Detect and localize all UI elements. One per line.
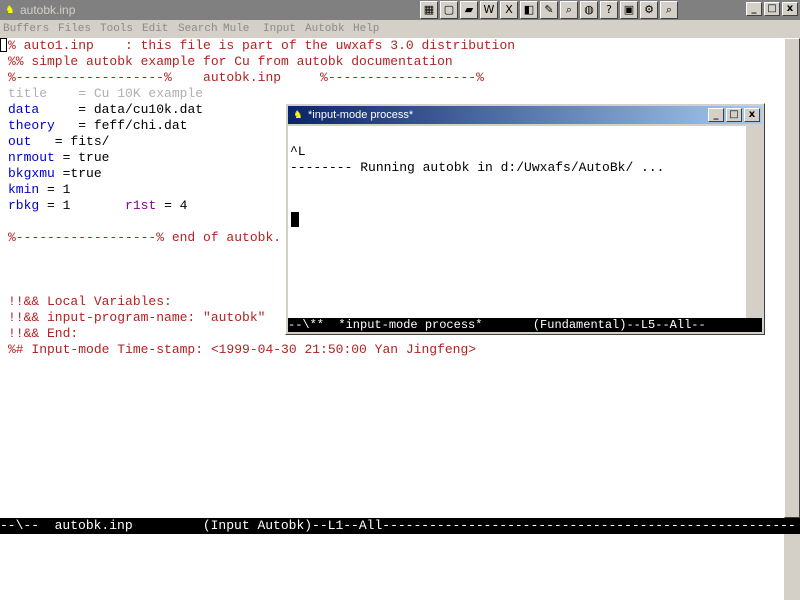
editor-line: % auto1.inp : this file is part of the u… [8, 38, 516, 53]
editor-line: bkgxmu =true [8, 166, 102, 181]
process-window: ♞ *input-mode process* _ □ x ^L -------- … [285, 103, 765, 335]
process-window-title-bar[interactable]: ♞ *input-mode process* _ □ x [288, 106, 762, 124]
minimize-button[interactable]: _ [746, 2, 762, 16]
editor-line: %% simple autobk example for Cu from aut… [8, 54, 453, 69]
window-title: autobk.inp [20, 3, 76, 17]
menu-bar: Buffers Files Tools Edit Search Mule Input Auto… [0, 20, 800, 38]
gnu-icon: ♞ [294, 108, 302, 122]
editor-line: !!&& input-program-name: "autobk" [8, 310, 266, 325]
menu-autobk[interactable]: Autobk [305, 21, 345, 37]
editor-line: title = Cu 10K example [8, 86, 204, 101]
mode-line: --\-- autobk.inp (Input Autobk)--L1--All… [0, 518, 800, 534]
menu-input[interactable]: Input [263, 21, 296, 37]
process-mode-line: --\** *input-mode process* (Fundamental)… [288, 318, 762, 332]
editor-line: %# Input-mode Time-stamp: <1999-04-30 21… [8, 342, 477, 357]
new-file-icon[interactable]: ▢ [440, 1, 458, 19]
text-cursor [0, 38, 7, 52]
minibuffer[interactable] [0, 534, 800, 600]
magnifier-icon[interactable]: ⌕ [660, 1, 678, 19]
minibuffer-scrollbar[interactable] [784, 534, 800, 600]
menu-search[interactable]: Search [178, 21, 218, 37]
process-output-line: -------- Running autobk in d:/Uwxafs/Aut… [290, 160, 665, 175]
editor-line: nrmout = true [8, 150, 110, 165]
excel-icon[interactable]: X [500, 1, 518, 19]
menu-tools[interactable]: Tools [100, 21, 133, 37]
menu-files[interactable]: Files [58, 21, 91, 37]
editor-line: %------------------% end of autobk. [8, 230, 282, 245]
editor-line: theory = feff/chi.dat [8, 118, 188, 133]
editor-line: rbkg = 1 r1st = 4 [8, 198, 188, 213]
editor-line: !!&& Local Variables: [8, 294, 172, 309]
editor-line: kmin = 1 [8, 182, 71, 197]
process-buffer[interactable]: ^L -------- Running autobk in d:/Uwxafs/A… [288, 126, 746, 318]
scrollbar-thumb[interactable] [784, 38, 800, 518]
maximize-button[interactable]: □ [764, 2, 780, 16]
process-scrollbar[interactable] [746, 126, 762, 318]
menu-edit[interactable]: Edit [142, 21, 168, 37]
window-controls: _ □ x [746, 2, 798, 16]
editor-scrollbar[interactable] [784, 38, 800, 518]
process-window-controls: _ □ x [708, 108, 760, 122]
tools-icon[interactable]: ✎ [540, 1, 558, 19]
search-icon[interactable]: ⌕ [560, 1, 578, 19]
word-icon[interactable]: W [480, 1, 498, 19]
editor-line: out = fits/ [8, 134, 110, 149]
open-folder-icon[interactable]: ▰ [460, 1, 478, 19]
menu-buffers[interactable]: Buffers [3, 21, 49, 37]
maximize-button[interactable]: □ [726, 108, 742, 122]
window-title-bar: ♞ autobk.inp ▦ ▢ ▰ W X ◧ ✎ ⌕ ◍? ▣ ⚙ ⌕ _ □ x [0, 0, 800, 20]
process-cursor [291, 212, 299, 227]
menu-help[interactable]: Help [353, 21, 379, 37]
help-icon[interactable]: ? [600, 1, 618, 19]
taskbar-icons: ▦ ▢ ▰ W X ◧ ✎ ⌕ ◍? ▣ ⚙ ⌕ [420, 1, 678, 19]
gnu-icon: ♞ [6, 3, 14, 17]
editor-line: %-------------------% autobk.inp %------… [8, 70, 484, 85]
globe-icon[interactable]: ◍ [580, 1, 598, 19]
browser-icon[interactable]: ◧ [520, 1, 538, 19]
close-button[interactable]: x [744, 108, 760, 122]
app-icon[interactable]: ▣ [620, 1, 638, 19]
grid-icon[interactable]: ▦ [420, 1, 438, 19]
minimize-button[interactable]: _ [708, 108, 724, 122]
process-window-title: *input-mode process* [308, 109, 414, 121]
editor-line: data = data/cu10k.dat [8, 102, 204, 117]
process-output-line: ^L [290, 144, 306, 159]
editor-line: !!&& End: [8, 326, 79, 341]
settings-icon[interactable]: ⚙ [640, 1, 658, 19]
close-button[interactable]: x [782, 2, 798, 16]
menu-mule[interactable]: Mule [223, 21, 249, 37]
